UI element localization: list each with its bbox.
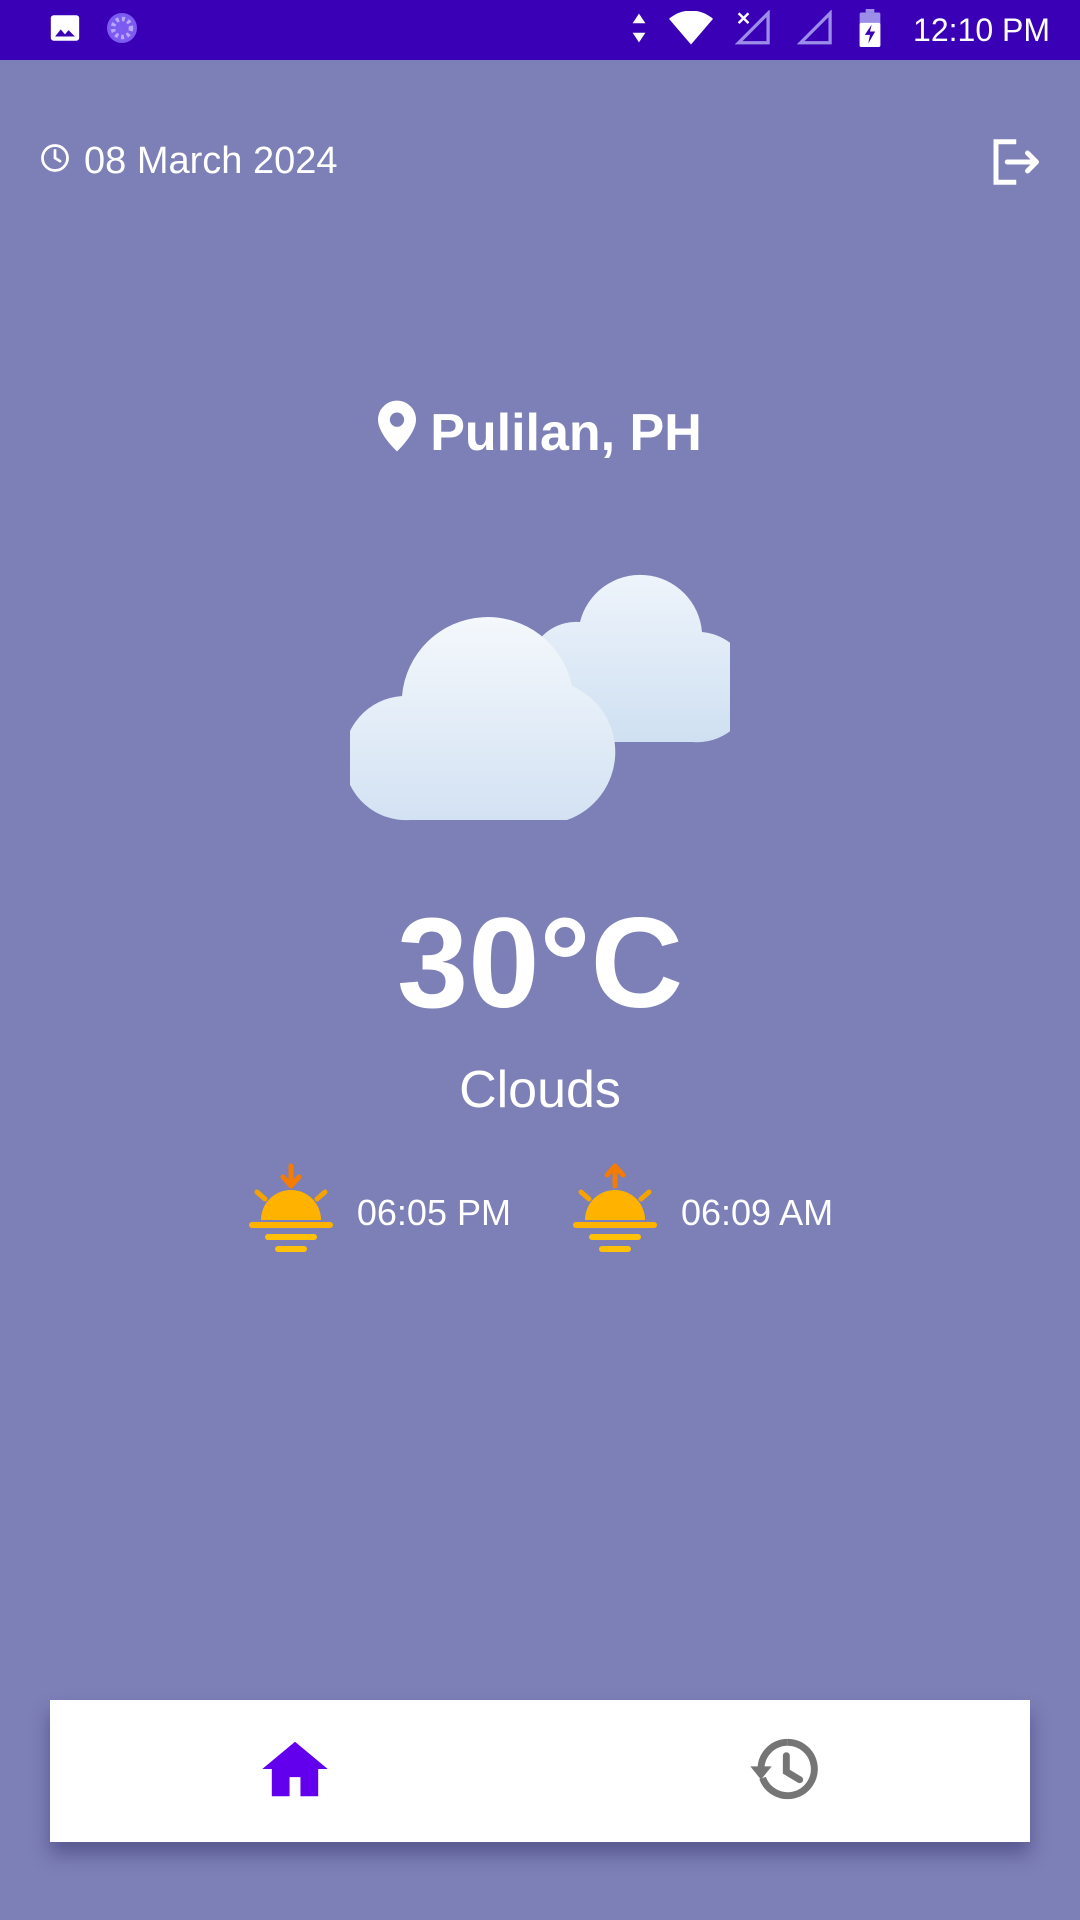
sunset-item: 06:05 PM: [247, 1160, 511, 1265]
home-icon: [262, 1739, 328, 1804]
logout-button[interactable]: [986, 136, 1042, 192]
sync-icon: [104, 10, 140, 51]
image-icon: [48, 11, 82, 50]
sunrise-icon: [571, 1160, 659, 1265]
location-pin-icon: [378, 400, 417, 465]
sunrise-time: 06:09 AM: [680, 1191, 834, 1233]
sunrise-item: 06:09 AM: [571, 1160, 833, 1265]
sunset-icon: [247, 1160, 335, 1265]
signal-icon: [796, 8, 837, 51]
battery-charging-icon: [859, 8, 881, 52]
nav-home[interactable]: [50, 1700, 540, 1842]
wifi-icon: [669, 10, 714, 50]
temperature: 30°C: [397, 892, 683, 1035]
date-row: 08 March 2024: [40, 140, 338, 183]
history-icon: [749, 1737, 821, 1806]
status-bar-left: [48, 10, 140, 51]
sun-times-row: 06:05 PM 06:09 AM: [0, 1160, 1080, 1265]
logout-icon: [987, 135, 1041, 194]
data-arrows-icon: [631, 12, 647, 49]
signal-icon: [734, 8, 775, 51]
current-date: 08 March 2024: [84, 140, 338, 182]
clock-icon: [40, 140, 70, 183]
status-bar: 12:10 PM: [0, 0, 1080, 60]
clouds-icon: [343, 545, 753, 825]
weather-condition: Clouds: [459, 1061, 621, 1119]
status-bar-time: 12:10 PM: [913, 11, 1050, 48]
location-name: Pulilan, PH: [430, 403, 702, 462]
status-bar-right: 12:10 PM: [631, 8, 1050, 52]
location-label: Pulilan, PH: [0, 400, 1080, 465]
nav-history[interactable]: [540, 1700, 1030, 1842]
bottom-navigation: [50, 1700, 1030, 1842]
sunset-time: 06:05 PM: [356, 1191, 511, 1233]
